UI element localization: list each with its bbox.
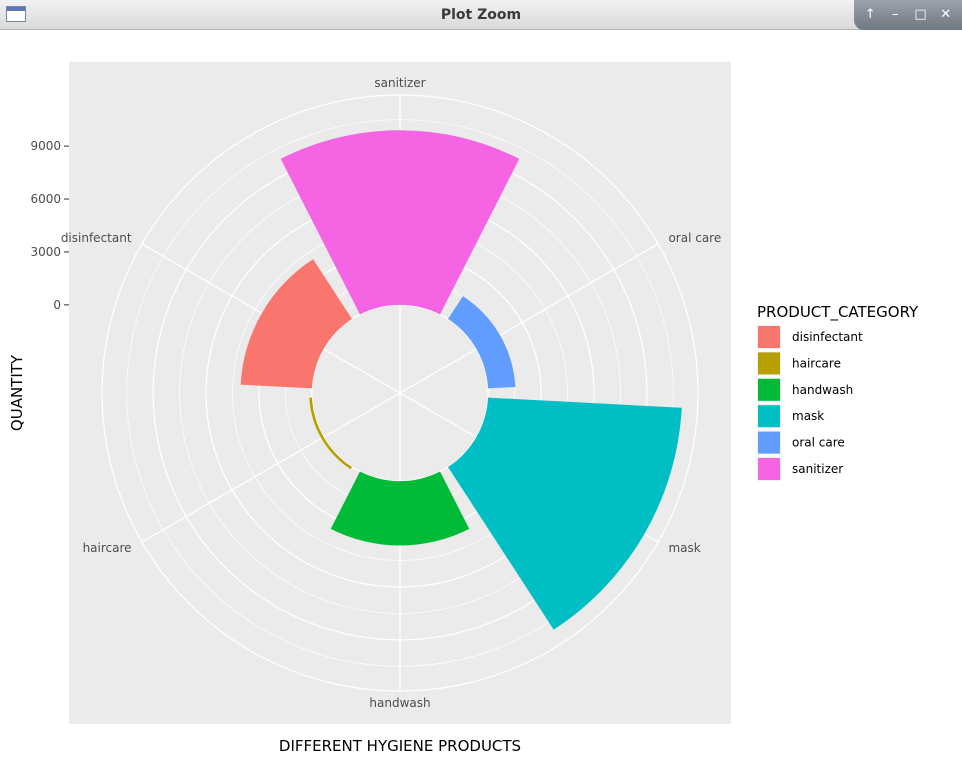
legend-swatch-haircare — [758, 352, 780, 375]
minimize-icon[interactable]: – — [886, 6, 904, 24]
window-controls: ↑ – □ ✕ — [854, 0, 962, 30]
y-tick-label: 3000 — [30, 245, 61, 259]
legend-label-sanitizer: sanitizer — [792, 462, 843, 476]
window-title: Plot Zoom — [440, 7, 522, 23]
keep-above-icon[interactable]: ↑ — [861, 6, 879, 24]
y-tick-label: 6000 — [30, 192, 61, 206]
legend-swatch-disinfectant — [758, 326, 780, 348]
window-titlebar: Plot Zoom ↑ – □ ✕ — [0, 0, 962, 30]
y-axis-label: QUANTITY — [8, 354, 26, 431]
y-tick-label: 9000 — [30, 139, 61, 153]
legend: disinfectant haircare handwash mask oral car… — [757, 325, 863, 481]
category-label-handwash: handwash — [369, 696, 430, 710]
category-label-oral-care: oral care — [668, 231, 721, 245]
maximize-icon[interactable]: □ — [912, 6, 930, 24]
legend-label-mask: mask — [792, 409, 824, 423]
y-axis-ticks: 0 3000 6000 9000 — [30, 139, 69, 312]
category-label-haircare: haircare — [83, 541, 132, 555]
legend-title: PRODUCT_CATEGORY — [757, 303, 919, 322]
legend-swatch-mask — [758, 405, 780, 428]
legend-label-handwash: handwash — [792, 383, 853, 397]
legend-swatch-oral-care — [758, 431, 780, 454]
category-label-disinfectant: disinfectant — [61, 231, 132, 245]
y-tick-label: 0 — [53, 298, 61, 312]
legend-label-haircare: haircare — [792, 356, 841, 370]
category-label-sanitizer: sanitizer — [374, 76, 425, 90]
close-icon[interactable]: ✕ — [937, 6, 955, 24]
legend-swatch-handwash — [758, 378, 780, 401]
legend-label-disinfectant: disinfectant — [792, 330, 863, 344]
legend-swatch-sanitizer — [758, 458, 780, 480]
polar-bar-chart: sanitizeroral caremaskhandwashhaircaredi… — [8, 62, 919, 755]
category-label-mask: mask — [668, 541, 700, 555]
legend-label-oral-care: oral care — [792, 436, 845, 450]
x-axis-label: DIFFERENT HYGIENE PRODUCTS — [279, 737, 521, 755]
